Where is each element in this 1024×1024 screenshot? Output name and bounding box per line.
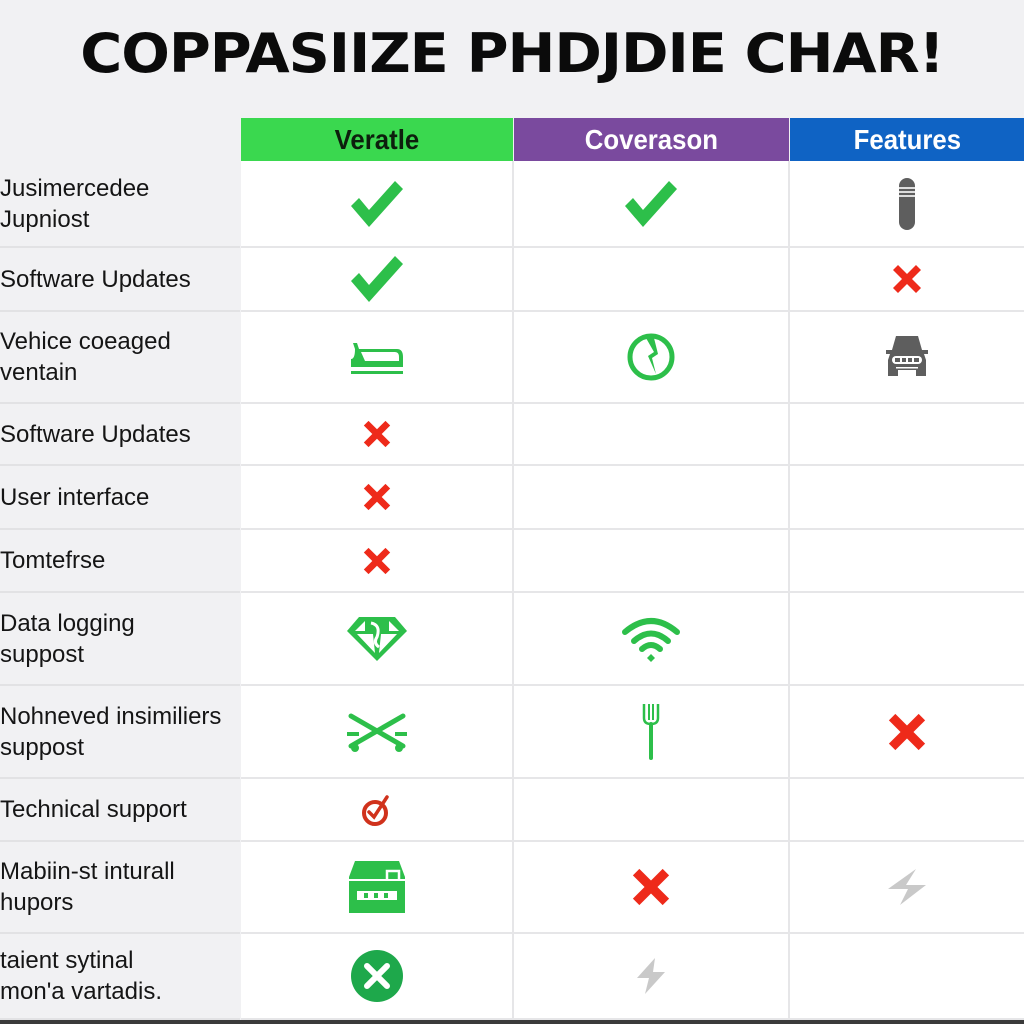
check-icon <box>347 178 407 230</box>
battery-icon <box>897 177 917 231</box>
fork-icon <box>641 702 661 762</box>
table-cell <box>514 248 790 312</box>
table-cell <box>514 593 790 686</box>
row-label: Data logging suppost <box>0 593 240 686</box>
table-cell <box>514 530 790 593</box>
table-row: Mabiin-st inturall hupors <box>0 842 1024 934</box>
table-cell <box>241 312 514 404</box>
cross-icon <box>361 481 393 513</box>
table-cell <box>241 686 514 779</box>
table-cell <box>514 161 790 248</box>
table-cell <box>790 530 1024 593</box>
cross-icon <box>361 545 393 577</box>
diamond-icon <box>345 615 409 663</box>
table-row: Tomtefrse <box>0 530 1024 593</box>
table-cell <box>241 161 514 248</box>
table-cell <box>514 934 790 1020</box>
table-row: Data logging suppost <box>0 593 1024 686</box>
row-label: Nohneved insimiliers suppost <box>0 686 240 779</box>
table-row: Technical support <box>0 779 1024 842</box>
row-label: Vehice coeaged ventain <box>0 312 240 404</box>
table-cell <box>790 248 1024 312</box>
row-label: Jusimercedee Jupniost <box>0 161 240 248</box>
row-label: taient sytinal mon'a vartadis. <box>0 934 240 1020</box>
row-label: Software Updates <box>0 404 240 466</box>
target-check-icon <box>361 793 393 827</box>
table-cell <box>514 312 790 404</box>
bottom-bar <box>0 1020 1024 1024</box>
table-cell <box>241 842 514 934</box>
table-row: Jusimercedee Jupniost <box>0 161 1024 248</box>
table-cell <box>514 779 790 842</box>
table-cell <box>241 779 514 842</box>
cross-icon <box>885 710 929 754</box>
check-icon <box>347 253 407 305</box>
table-cell <box>241 466 514 530</box>
table-row: User interface <box>0 466 1024 530</box>
bolt-icon <box>886 867 928 907</box>
cross-icon <box>629 865 673 909</box>
table-row: Software Updates <box>0 404 1024 466</box>
table-cell <box>514 686 790 779</box>
table-row: Vehice coeaged ventain <box>0 312 1024 404</box>
table-cell <box>790 312 1024 404</box>
table-cell <box>790 686 1024 779</box>
circle-x-icon <box>350 949 404 1003</box>
table-cell <box>514 466 790 530</box>
car-icon <box>882 332 932 382</box>
cross-icon <box>890 262 924 296</box>
table-cell <box>514 404 790 466</box>
crossed-swords-icon <box>345 710 409 754</box>
wifi-icon <box>621 616 681 662</box>
row-label: User interface <box>0 466 240 530</box>
table-cell <box>790 934 1024 1020</box>
column-header-label: Features <box>853 123 961 155</box>
table-row: Nohneved insimiliers suppost <box>0 686 1024 779</box>
page-title: COPPASIIZE PHDJDIE CHAR! <box>80 22 944 85</box>
table-row: Software Updates <box>0 248 1024 312</box>
row-label: Mabiin-st inturall hupors <box>0 842 240 934</box>
table-cell <box>790 404 1024 466</box>
table-cell <box>241 934 514 1020</box>
table-cell <box>790 161 1024 248</box>
bolt-icon <box>633 956 669 996</box>
row-label: Technical support <box>0 779 240 842</box>
cross-icon <box>361 418 393 450</box>
column-header-coverason[interactable]: Coverason <box>514 118 789 161</box>
table-cell <box>241 248 514 312</box>
column-header-veratle[interactable]: Veratle <box>241 118 513 161</box>
check-icon <box>621 178 681 230</box>
table-cell <box>241 593 514 686</box>
table-cell <box>790 842 1024 934</box>
row-label: Tomtefrse <box>0 530 240 593</box>
column-header-label: Coverason <box>584 123 719 155</box>
column-header-label: Veratle <box>334 123 420 155</box>
column-header-features[interactable]: Features <box>790 118 1024 161</box>
table-cell <box>241 404 514 466</box>
globe-icon <box>626 332 676 382</box>
table-cell <box>514 842 790 934</box>
vehicle-icon <box>347 337 407 377</box>
row-label: Software Updates <box>0 248 240 312</box>
table-cell <box>790 466 1024 530</box>
table-cell <box>241 530 514 593</box>
table-cell <box>790 593 1024 686</box>
drawer-icon <box>347 859 407 915</box>
table-row: taient sytinal mon'a vartadis. <box>0 934 1024 1020</box>
table-cell <box>790 779 1024 842</box>
